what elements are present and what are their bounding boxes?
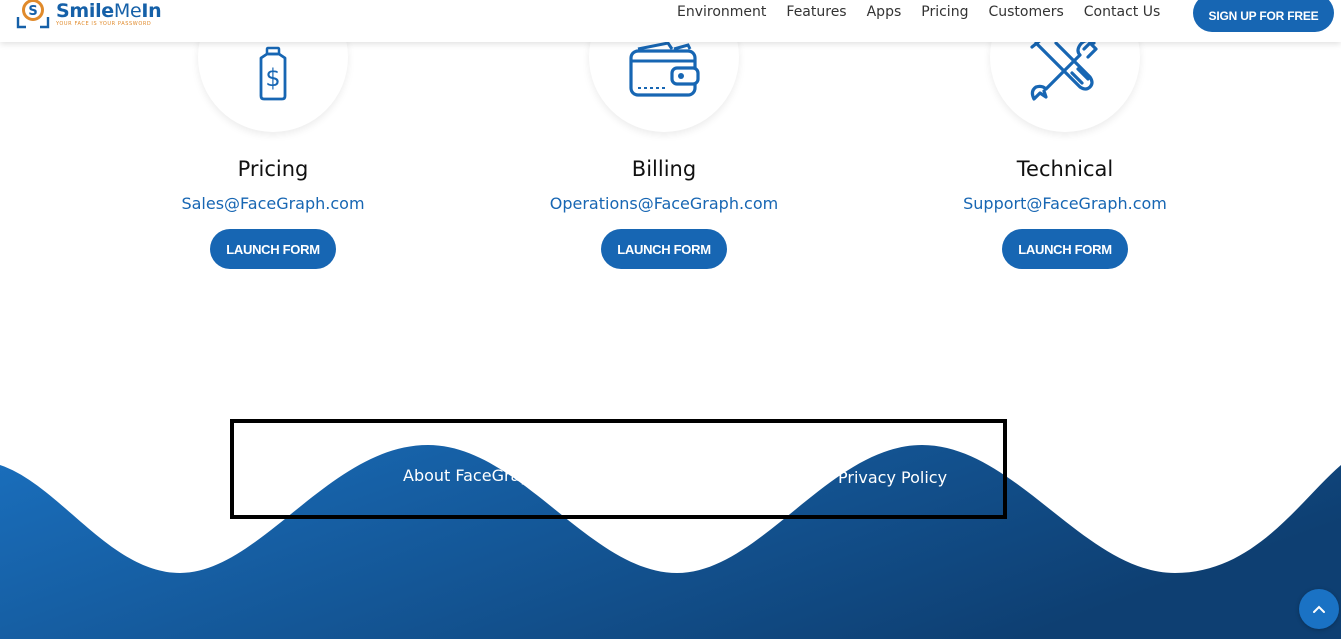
contact-email-link[interactable]: Support@FaceGraph.com <box>885 194 1245 213</box>
back-to-top-button[interactable] <box>1299 589 1339 629</box>
price-tag-icon: $ <box>251 46 295 106</box>
logo-name: SmileMeIn <box>56 0 162 22</box>
contact-email-link[interactable]: Operations@FaceGraph.com <box>484 194 844 213</box>
svg-text:S: S <box>28 4 37 19</box>
logo-tagline: YOUR FACE IS YOUR PASSWORD <box>56 20 152 27</box>
nav-apps[interactable]: Apps <box>867 4 902 20</box>
sign-up-button[interactable]: SIGN UP FOR FREE <box>1193 0 1334 32</box>
nav-customers[interactable]: Customers <box>988 4 1063 20</box>
launch-form-button[interactable]: LAUNCH FORM <box>1002 229 1128 269</box>
main-nav: Environment Features Apps Pricing Custom… <box>677 0 1180 24</box>
focus-highlight-box <box>230 419 1007 519</box>
site-header: S SmileMeIn YOUR FACE IS YOUR PASSWORD E… <box>0 0 1341 42</box>
svg-text:$: $ <box>265 64 280 92</box>
launch-form-button[interactable]: LAUNCH FORM <box>601 229 727 269</box>
wallet-icon <box>628 41 700 103</box>
launch-form-button[interactable]: LAUNCH FORM <box>210 229 336 269</box>
nav-contact-us[interactable]: Contact Us <box>1084 4 1160 20</box>
nav-pricing[interactable]: Pricing <box>921 4 968 20</box>
contact-email-link[interactable]: Sales@FaceGraph.com <box>93 194 453 213</box>
logo[interactable]: S SmileMeIn YOUR FACE IS YOUR PASSWORD <box>14 0 162 34</box>
contact-title: Billing <box>631 157 697 181</box>
contact-title: Technical <box>1016 157 1114 181</box>
tools-icon <box>1028 37 1102 105</box>
nav-environment[interactable]: Environment <box>677 4 766 20</box>
nav-features[interactable]: Features <box>786 4 846 20</box>
contact-title: Pricing <box>237 157 309 181</box>
chevron-up-icon <box>1312 602 1326 617</box>
smile-logo-icon: S <box>14 0 52 33</box>
